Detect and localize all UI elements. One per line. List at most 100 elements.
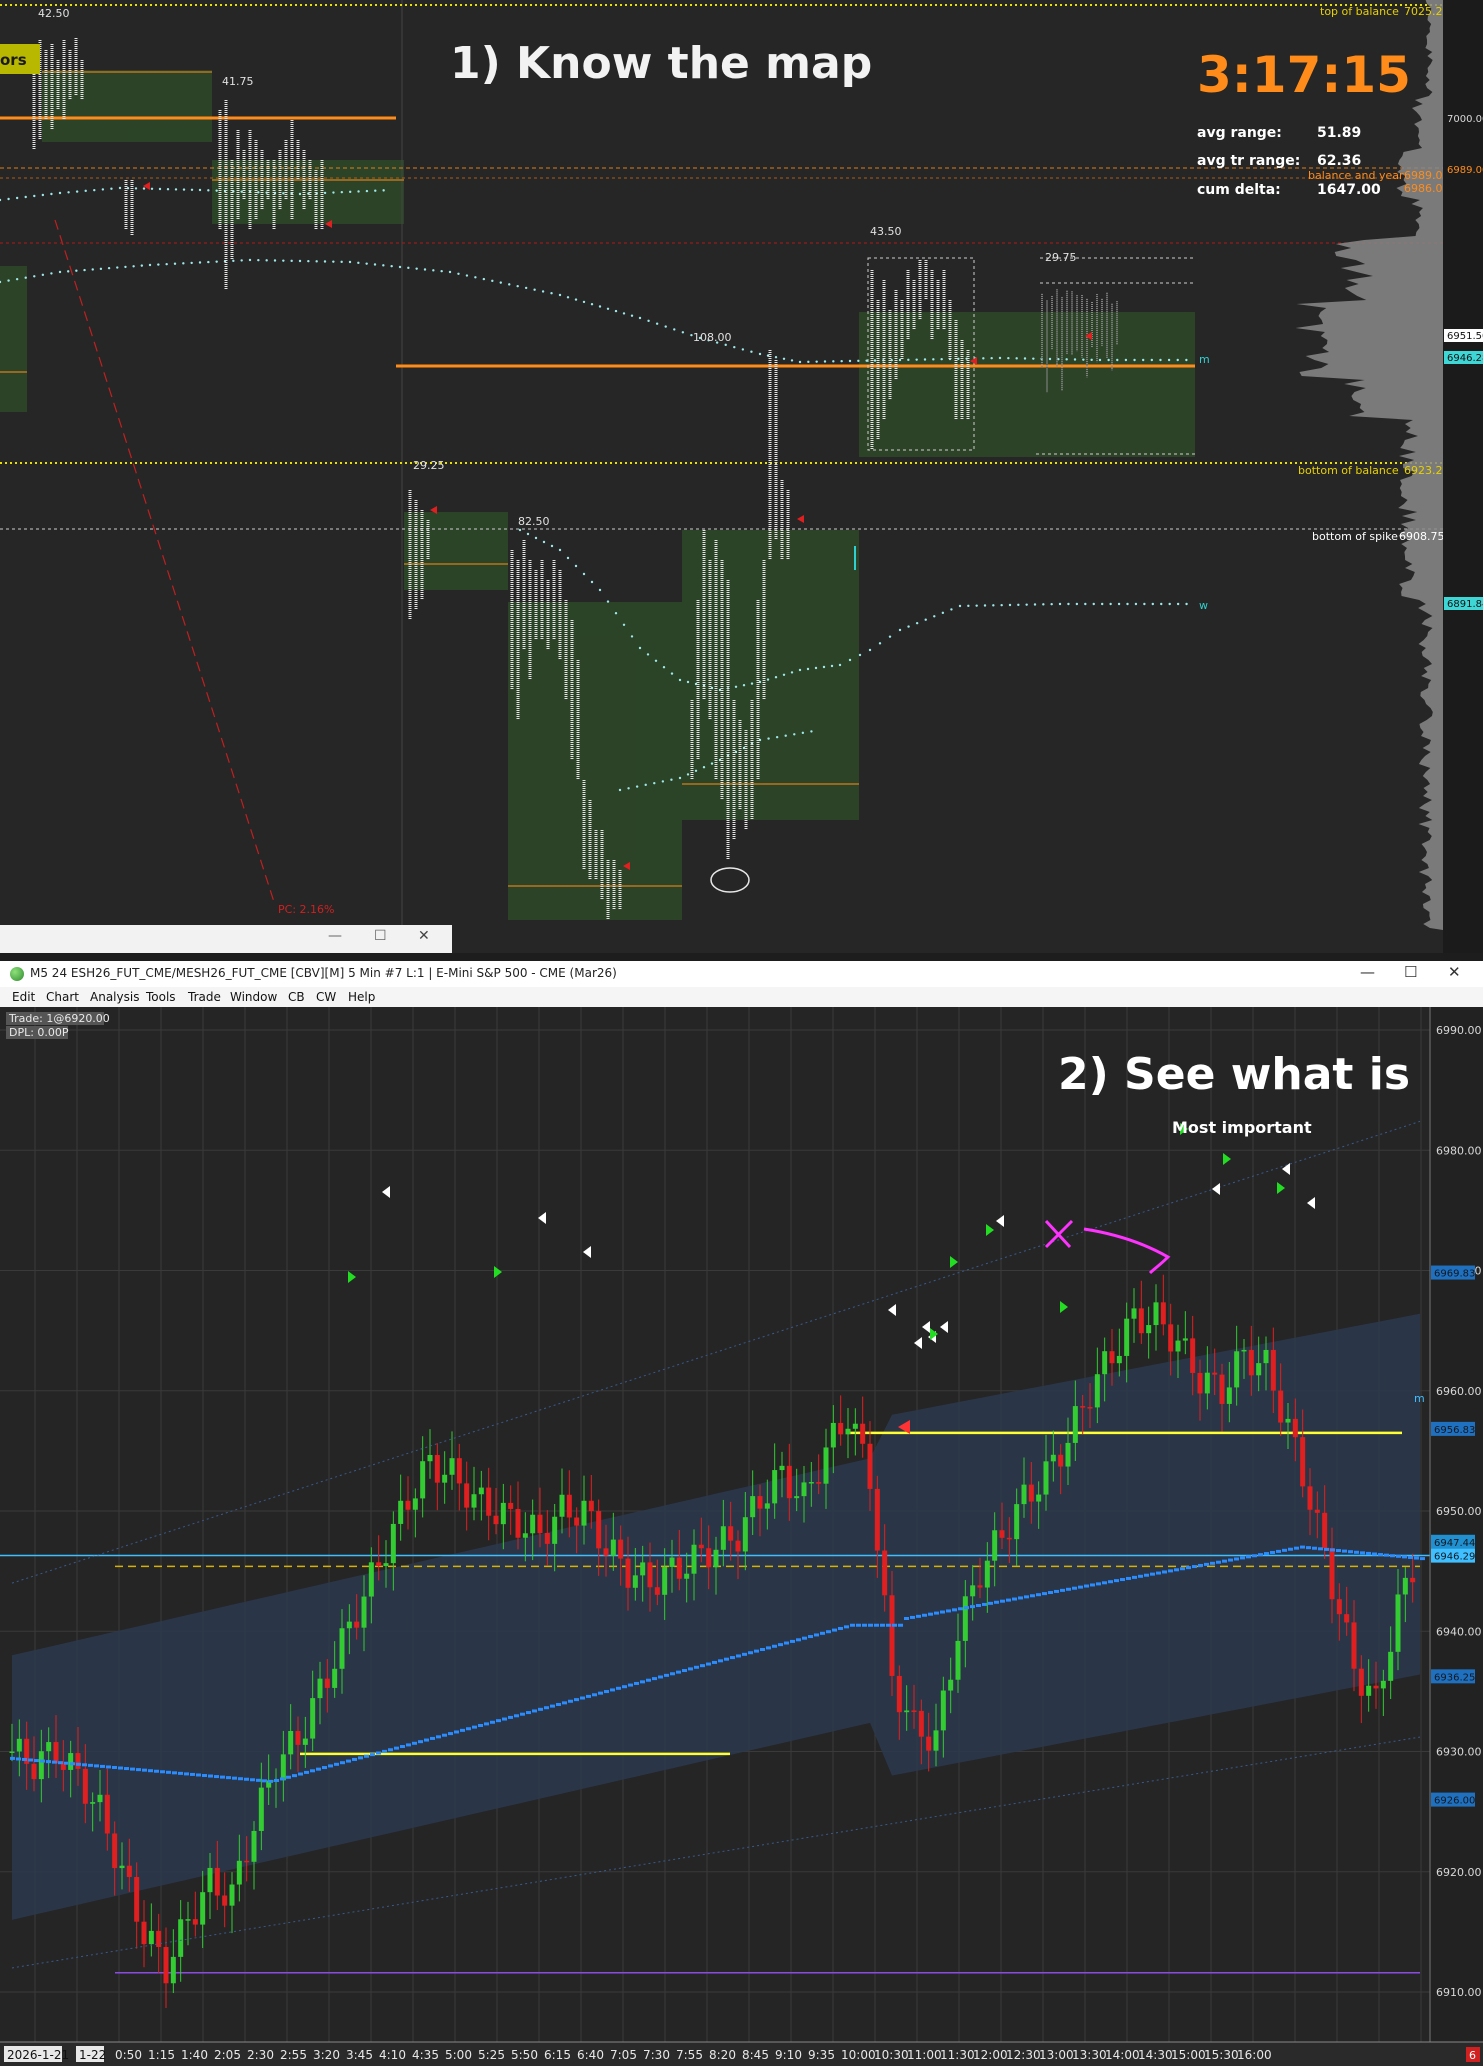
- ma-segment: [16, 1757, 21, 1760]
- magenta-annotation: [1046, 1221, 1168, 1273]
- ma-segment: [1246, 1555, 1251, 1558]
- menu-trade[interactable]: Trade: [188, 990, 221, 1004]
- time-axis-label: 6:15: [544, 2048, 571, 2062]
- ma-segment: [1210, 1562, 1215, 1565]
- ma-segment: [556, 1703, 561, 1706]
- candle-body: [1293, 1419, 1298, 1437]
- menu-chart[interactable]: Chart: [46, 990, 79, 1004]
- ma-segment: [1390, 1554, 1395, 1557]
- ma-segment: [220, 1776, 225, 1779]
- ma-segment: [334, 1763, 339, 1766]
- ma-segment: [646, 1679, 651, 1682]
- price-tag: 6956.83: [1434, 1425, 1475, 1436]
- candle-body: [215, 1868, 220, 1896]
- window-title: M5 24 ESH26_FUT_CME/MESH26_FUT_CME [CBV]…: [30, 966, 617, 980]
- sell-signal-arrow: [940, 1321, 948, 1333]
- menu-analysis[interactable]: Analysis: [90, 990, 139, 1004]
- candle-body: [200, 1892, 205, 1924]
- ma-segment: [1282, 1549, 1287, 1552]
- candle-body: [46, 1742, 51, 1751]
- candle-body: [1388, 1652, 1393, 1681]
- minimize-button[interactable]: —: [1360, 963, 1375, 981]
- ma-segment: [214, 1775, 219, 1778]
- candle-body: [1073, 1406, 1078, 1443]
- ma-segment: [484, 1722, 489, 1725]
- top-of-balance-label: top of balance: [1320, 5, 1399, 18]
- candle-body: [582, 1501, 587, 1526]
- ma-segment: [754, 1650, 759, 1653]
- candle-body: [941, 1691, 946, 1731]
- small-close-button[interactable]: ✕: [418, 928, 430, 944]
- range-label-5: 108.00: [693, 331, 732, 344]
- range-label-2: 41.75: [222, 75, 254, 88]
- candle-body: [193, 1919, 198, 1924]
- time-axis-label: 13:00: [1039, 2048, 1074, 2062]
- ma-segment: [604, 1690, 609, 1693]
- price-axis-label: 6920.00: [1436, 1866, 1482, 1879]
- candle-body: [1058, 1455, 1063, 1467]
- buy-signal-arrow: [494, 1266, 502, 1278]
- candle-body: [611, 1540, 616, 1556]
- ma-segment: [94, 1764, 99, 1767]
- candle-body: [340, 1628, 345, 1669]
- menu-cw[interactable]: CW: [316, 990, 336, 1004]
- ma-segment: [1354, 1551, 1359, 1554]
- ma-segment: [244, 1778, 249, 1781]
- ma-segment: [346, 1760, 351, 1763]
- candle-body: [721, 1526, 726, 1550]
- ma-segment: [1078, 1586, 1083, 1589]
- ma-segment: [262, 1779, 267, 1782]
- ma-segment: [1216, 1561, 1221, 1564]
- candle-body: [1403, 1578, 1408, 1595]
- ma-segment: [544, 1706, 549, 1709]
- ma-segment: [856, 1624, 861, 1627]
- candle-body: [765, 1503, 770, 1508]
- ma-segment: [532, 1709, 537, 1712]
- candle-body: [1132, 1308, 1137, 1318]
- candle-body: [1117, 1356, 1122, 1363]
- ma-segment: [808, 1635, 813, 1638]
- small-minimize-button[interactable]: —: [328, 928, 342, 944]
- time-axis-label: 5:50: [511, 2048, 538, 2062]
- ma-segment: [1288, 1548, 1293, 1551]
- candle-body: [376, 1562, 381, 1566]
- ma-segment: [976, 1604, 981, 1607]
- bottom-heading: 2) See what is: [1058, 1049, 1410, 1100]
- close-button[interactable]: ✕: [1448, 963, 1461, 981]
- maximize-button[interactable]: ☐: [1404, 963, 1417, 981]
- ma-segment: [1096, 1582, 1101, 1585]
- small-maximize-button[interactable]: ☐: [374, 928, 387, 944]
- candle-body: [208, 1868, 213, 1892]
- time-axis-label: 12:00: [973, 2048, 1008, 2062]
- candle-body: [560, 1495, 565, 1517]
- menu-window[interactable]: Window: [230, 990, 277, 1004]
- ma-segment: [1180, 1567, 1185, 1570]
- candle-body: [1234, 1351, 1239, 1387]
- time-axis-label: 10:30: [874, 2048, 909, 2062]
- candle-body: [406, 1501, 411, 1510]
- menu-cb[interactable]: CB: [288, 990, 305, 1004]
- ma-segment: [106, 1765, 111, 1768]
- candle-body: [670, 1558, 675, 1567]
- window-titlebar[interactable]: M5 24 ESH26_FUT_CME/MESH26_FUT_CME [CBV]…: [0, 961, 1483, 988]
- ma-segment: [892, 1624, 897, 1627]
- candle-body: [435, 1455, 440, 1483]
- ma-segment: [946, 1609, 951, 1612]
- candle-body: [743, 1517, 748, 1551]
- candlestick-chart[interactable]: Trade: 1@6920.00 DPL: 0.00P 2) See what …: [0, 1007, 1483, 2066]
- candle-body: [1190, 1338, 1195, 1373]
- time-axis-label: 8:45: [742, 2048, 769, 2062]
- candle-body: [1146, 1325, 1151, 1333]
- ma-segment: [1150, 1573, 1155, 1576]
- ma-segment: [658, 1675, 663, 1678]
- menu-help[interactable]: Help: [348, 990, 375, 1004]
- menu-edit[interactable]: Edit: [12, 990, 35, 1004]
- sell-signal-arrow: [1212, 1183, 1220, 1195]
- menu-tools[interactable]: Tools: [146, 990, 176, 1004]
- ma-segment: [1072, 1587, 1077, 1590]
- candle-body: [310, 1698, 315, 1738]
- alert-badge: 6: [1469, 2049, 1476, 2062]
- ma-segment: [916, 1615, 921, 1618]
- ma-segment: [1054, 1590, 1059, 1593]
- candle-body: [332, 1669, 337, 1688]
